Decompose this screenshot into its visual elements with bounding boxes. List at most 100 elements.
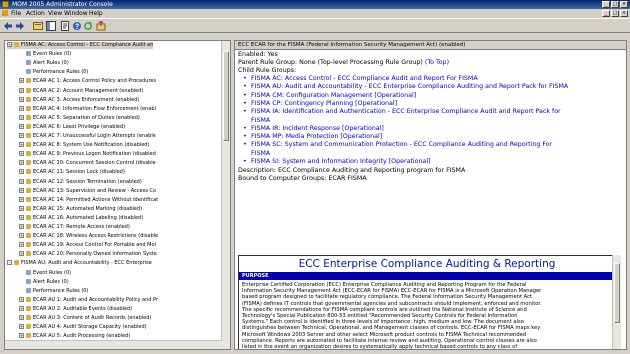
tree-item[interactable]: + ECAR AU 3: Content of Audit Records (en…: [19, 315, 151, 322]
back-icon[interactable]: [3, 21, 13, 31]
tree-item[interactable]: + ECAR AC 20: Personally Owned Informatio…: [19, 251, 157, 258]
properties-icon[interactable]: [60, 21, 70, 31]
tree-item[interactable]: + ECAR AU 2: Auditable Events (disabled): [19, 305, 132, 313]
expand-icon[interactable]: +: [19, 333, 24, 339]
maximize-button[interactable]: □: [611, 1, 619, 8]
expand-icon[interactable]: +: [19, 196, 24, 202]
expand-icon[interactable]: +: [19, 178, 24, 184]
tree-item[interactable]: + ECAR AC 8: System Use Notification (dis…: [19, 142, 149, 149]
collapse-icon[interactable]: -: [7, 260, 12, 266]
tree-item[interactable]: + ECAR AU 1: Audit and Accountability Pol…: [19, 296, 158, 304]
expand-icon[interactable]: +: [19, 324, 24, 330]
to-top-link[interactable]: (To Top): [425, 59, 449, 66]
expand-icon[interactable]: +: [19, 151, 24, 157]
tree-item[interactable]: + ECAR AC 1: Access Control Policy and Pr…: [19, 78, 156, 85]
tree-item[interactable]: Performance Rules (0): [19, 287, 88, 295]
expand-icon[interactable]: +: [19, 78, 24, 84]
tree-item[interactable]: + ECAR AC 16: Automated Labeling (disable…: [19, 214, 143, 222]
tree-item[interactable]: + ECAR AC 13: Supervision and Review - Ac…: [19, 187, 156, 195]
expand-icon[interactable]: +: [19, 315, 24, 320]
child-rule-group-link[interactable]: FISMA CM: Configuration Management [Oper…: [243, 92, 416, 100]
tree-item[interactable]: + ECAR AC 19: Access Control For Portable…: [19, 242, 156, 249]
expand-icon[interactable]: +: [19, 214, 24, 220]
expand-icon[interactable]: +: [19, 205, 24, 211]
minimize-button[interactable]: _: [602, 1, 610, 8]
tree-item[interactable]: + ECAR AC 18: Wireless Access Restriction…: [19, 233, 158, 240]
expand-icon[interactable]: +: [19, 105, 24, 111]
child-rule-group-link[interactable]: FISMA AC: Access Control - ECC Complianc…: [243, 75, 478, 83]
tree-item-label: Alert Rules (0): [33, 278, 69, 285]
child-rule-group-link[interactable]: FISMA CP: Contingency Planning [Operatio…: [243, 100, 397, 108]
help-icon[interactable]: [72, 21, 82, 31]
expand-icon[interactable]: +: [19, 296, 24, 302]
rule-group-icon: [14, 42, 19, 47]
tree-item[interactable]: + ECAR AC 14: Permitted Actions Without I…: [19, 196, 158, 204]
tree-vertical-scrollbar[interactable]: [221, 41, 230, 349]
tree-horizontal-scrollbar[interactable]: [5, 340, 222, 349]
report-scroll-thumb[interactable]: [614, 263, 620, 323]
collapse-icon[interactable]: -: [7, 42, 12, 47]
menu-file[interactable]: File: [11, 9, 21, 18]
expand-icon[interactable]: +: [19, 169, 24, 175]
tree-item[interactable]: + ECAR AC 10: Concurrent Session Control …: [19, 160, 156, 167]
mdi-minimize-button[interactable]: _: [602, 10, 610, 17]
tree-item[interactable]: Alert Rules (0): [19, 60, 69, 67]
tree-item[interactable]: + ECAR AC 5: Separation of Duties (enable…: [19, 114, 140, 122]
tree-item[interactable]: + ECAR AC 9: Previous Logon Notification …: [19, 151, 156, 158]
tree-item[interactable]: Performance Rules (0): [19, 69, 88, 76]
tree-item[interactable]: + ECAR AC 7: Unsuccessful Login Attempts …: [19, 133, 156, 140]
child-rule-group-link[interactable]: FISMA SC: System and Communication Prote…: [243, 141, 552, 149]
up-folder-icon[interactable]: [33, 21, 43, 31]
tree-item[interactable]: Alert Rules (0): [19, 278, 69, 286]
child-rule-group-link-continued[interactable]: FISMA: [251, 117, 270, 125]
tree-item-label: ECAR AC 12: Session Termination (enabled…: [33, 178, 142, 185]
child-rule-group-link-continued[interactable]: FISMA: [251, 150, 270, 158]
expand-icon[interactable]: +: [19, 96, 24, 102]
menu-help[interactable]: Help: [89, 9, 103, 18]
expand-icon[interactable]: +: [19, 224, 24, 229]
menu-view[interactable]: View: [48, 9, 62, 18]
refresh-icon[interactable]: [83, 21, 93, 31]
child-rule-group-link[interactable]: FISMA MP: Media Protection [Operational]: [243, 133, 382, 141]
expand-icon[interactable]: +: [19, 187, 24, 193]
export-icon[interactable]: [96, 20, 106, 31]
expand-icon[interactable]: +: [19, 305, 24, 311]
child-rule-group-link[interactable]: FISMA AU: Audit and Accountability - ECC…: [243, 83, 568, 91]
expand-icon[interactable]: +: [19, 114, 24, 120]
expand-icon[interactable]: +: [19, 233, 24, 239]
tree-item[interactable]: + ECAR AC 12: Session Termination (enable…: [19, 178, 142, 186]
tree-item[interactable]: + ECAR AC 3: Access Enforcement (enabled): [19, 96, 139, 104]
tree-scroll-thumb[interactable]: [223, 51, 229, 141]
expand-icon[interactable]: +: [19, 242, 24, 248]
forward-icon[interactable]: [15, 21, 25, 31]
tree-item[interactable]: + ECAR AC 15: Automated Marking (disabled…: [19, 205, 142, 213]
tree-item[interactable]: - FISMA AU: Audit and Accountability - EC…: [7, 260, 152, 267]
expand-icon[interactable]: +: [19, 123, 24, 129]
child-rule-group-link[interactable]: FISMA SI: System and Information Integri…: [243, 158, 431, 166]
tree-item[interactable]: - FISMA AC: Access Control - ECC Complian…: [7, 42, 154, 49]
expand-icon[interactable]: +: [19, 142, 24, 148]
child-rule-group-link[interactable]: FISMA IR: Incident Response [Operational…: [243, 125, 384, 133]
close-button[interactable]: ×: [620, 1, 628, 8]
tree-item[interactable]: + ECAR AC 11: Session Lock (disabled): [19, 169, 125, 176]
expand-icon[interactable]: +: [19, 87, 24, 93]
expand-icon[interactable]: +: [19, 251, 24, 257]
tree-item[interactable]: Event Rules (0): [19, 269, 71, 277]
tree-item[interactable]: + ECAR AC 6: Least Privilege (enabled): [19, 123, 125, 131]
console-icon: [2, 10, 8, 16]
child-rule-group-link[interactable]: FISMA IA: Identification and Authenticat…: [243, 108, 561, 116]
menu-action[interactable]: Action: [26, 9, 45, 18]
report-scrollbar[interactable]: [612, 255, 621, 349]
tree-item[interactable]: + ECAR AC 2: Account Management (enabled): [19, 87, 143, 95]
menu-window[interactable]: Window: [64, 9, 88, 18]
expand-icon[interactable]: +: [19, 160, 24, 166]
show-hide-tree-icon[interactable]: [46, 21, 56, 31]
mdi-restore-button[interactable]: □: [611, 10, 619, 17]
tree-item[interactable]: + ECAR AC 17: Remote Access (enabled): [19, 224, 130, 231]
expand-icon[interactable]: +: [19, 133, 24, 138]
tree-item[interactable]: Event Rules (0): [19, 51, 71, 58]
rule-group-tree[interactable]: + ECAR AU 5: Audit Processing (enabled) + E…: [4, 40, 231, 350]
mdi-close-button[interactable]: ×: [620, 10, 628, 17]
tree-item[interactable]: + ECAR AC 4: Information Flow Enforcement…: [19, 105, 156, 113]
tree-item[interactable]: + ECAR AU 4: Audit Storage Capacity (enab…: [19, 324, 147, 331]
